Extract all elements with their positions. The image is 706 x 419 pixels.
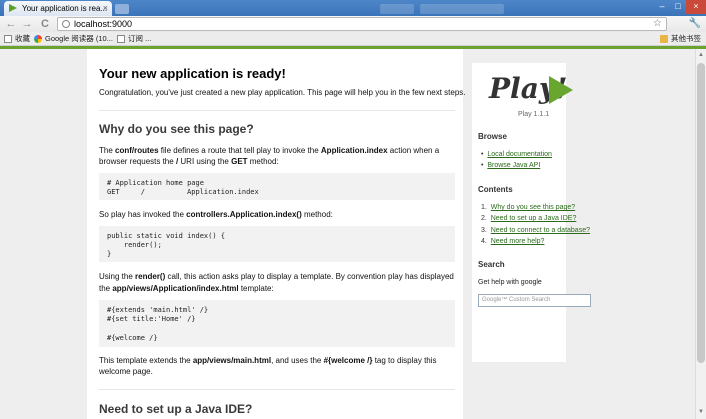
sidebar-heading-contents: Contents [478,185,513,194]
sidebar-contents-item[interactable]: 4. Need more help? [481,238,544,245]
bookmark-item[interactable]: 订阅 ... [117,32,151,46]
paragraph: Using the render() call, this action ask… [99,272,454,281]
code-block: #{extends 'main.html' /} #{set title:'Ho… [99,300,455,347]
tab-close-icon[interactable]: × [103,1,108,16]
sidebar-link-java-api[interactable]: • Browse Java API [481,162,540,169]
scroll-thumb[interactable] [697,63,705,363]
bookmark-item[interactable]: 收藏 [4,32,30,46]
sidebar-contents-item[interactable]: 2. Need to set up a Java IDE? [481,215,576,222]
background-tab[interactable] [380,4,414,14]
paragraph: welcome page. [99,367,153,376]
window-titlebar: Your application is rea... × – □ × [0,0,706,16]
sidebar-heading-search: Search [478,260,505,269]
background-tab[interactable] [420,4,504,14]
scroll-down-arrow-icon[interactable]: ▼ [696,407,706,417]
maximize-button[interactable]: □ [670,0,686,14]
divider [99,110,455,111]
code-block: public static void index() { render(); } [99,226,455,262]
address-bar[interactable]: localhost:9000 ☆ [57,17,667,31]
page-scrollbar[interactable]: ▲ ▼ [695,49,706,419]
intro-text: Congratulation, you've just created a ne… [99,88,466,97]
scroll-up-arrow-icon[interactable]: ▲ [696,50,706,60]
other-bookmarks[interactable]: 其他书签 [660,32,701,46]
google-icon [34,35,42,43]
minimize-button[interactable]: – [654,0,670,14]
section-heading: Need to set up a Java IDE? [99,402,253,416]
divider [99,389,455,390]
sidebar-contents-item[interactable]: 1. Why do you see this page? [481,204,575,211]
play-logo-icon [549,76,573,104]
bookmark-item[interactable]: Google 阅读器 (10... [34,32,113,46]
forward-button[interactable]: → [20,16,34,32]
reload-button[interactable]: C [38,16,52,32]
version-label: Play 1.1.1 [518,111,550,118]
search-description: Get help with google [478,279,542,286]
tab-title: Your application is rea... [22,4,108,13]
page-icon [4,35,12,43]
code-block: # Application home page GET / Applicatio… [99,173,455,200]
play-favicon-icon [9,4,17,12]
folder-icon [660,35,668,43]
address-text: localhost:9000 [74,19,133,29]
new-tab-button[interactable] [115,4,129,14]
bookmark-star-icon[interactable]: ☆ [653,18,662,30]
google-search-input[interactable]: Google™ Custom Search [478,294,591,307]
paragraph: This template extends the app/views/main… [99,356,437,365]
browser-toolbar: ← → C localhost:9000 ☆ 🔧 [0,16,706,32]
page-info-icon[interactable] [62,20,70,28]
paragraph: browser requests the / URI using the GET… [99,157,279,166]
wrench-icon[interactable]: 🔧 [688,16,702,32]
page-title: Your new application is ready! [99,66,286,81]
paragraph: The conf/routes file defines a route tha… [99,146,440,155]
close-window-button[interactable]: × [686,0,706,14]
browser-tab-active[interactable]: Your application is rea... × [4,1,112,16]
sidebar-contents-item[interactable]: 3. Need to connect to a database? [481,227,590,234]
bookmarks-bar: 收藏 Google 阅读器 (10... 订阅 ... 其他书签 [0,32,706,46]
sidebar [472,63,566,362]
back-button[interactable]: ← [4,16,18,32]
paragraph: So play has invoked the controllers.Appl… [99,210,333,219]
section-heading: Why do you see this page? [99,122,254,136]
paragraph: the app/views/Application/index.html tem… [99,284,274,293]
sidebar-heading-browse: Browse [478,132,507,141]
page-icon [117,35,125,43]
sidebar-link-local-docs[interactable]: • Local documentation [481,151,552,158]
